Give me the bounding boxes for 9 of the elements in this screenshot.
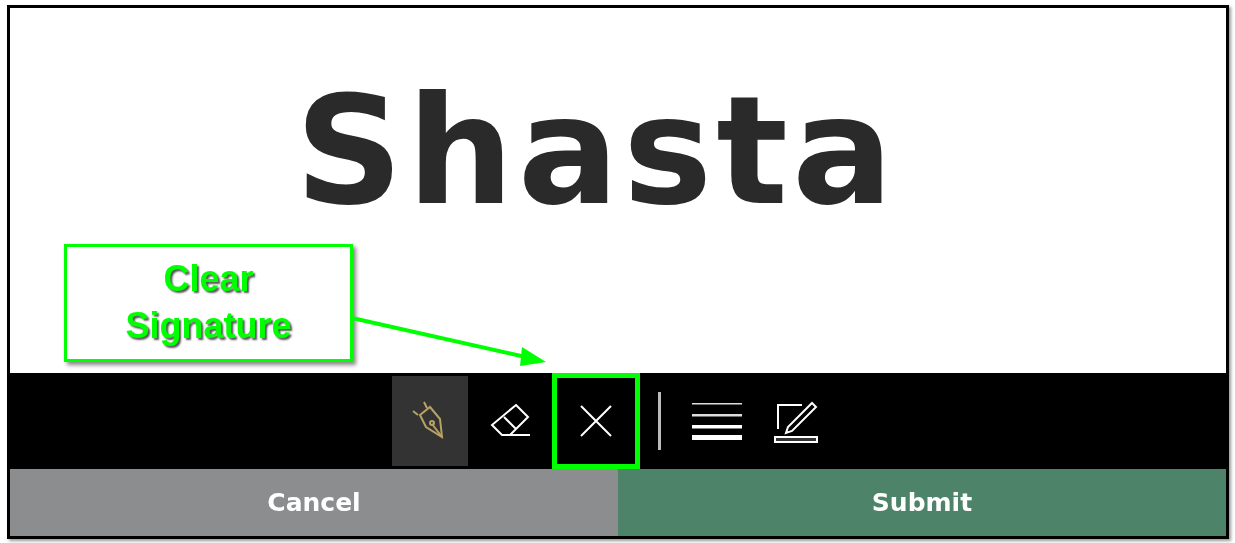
submit-button[interactable]: Submit <box>618 469 1226 536</box>
edit-icon <box>773 399 820 443</box>
signature: Shasta <box>295 64 898 238</box>
cancel-button[interactable]: Cancel <box>10 469 618 536</box>
line-weight-icon <box>691 401 742 441</box>
callout-text: Clear Signature <box>124 257 293 348</box>
close-icon <box>577 403 614 439</box>
pen-nib-tool[interactable] <box>391 376 468 466</box>
close-tool[interactable] <box>551 373 640 469</box>
